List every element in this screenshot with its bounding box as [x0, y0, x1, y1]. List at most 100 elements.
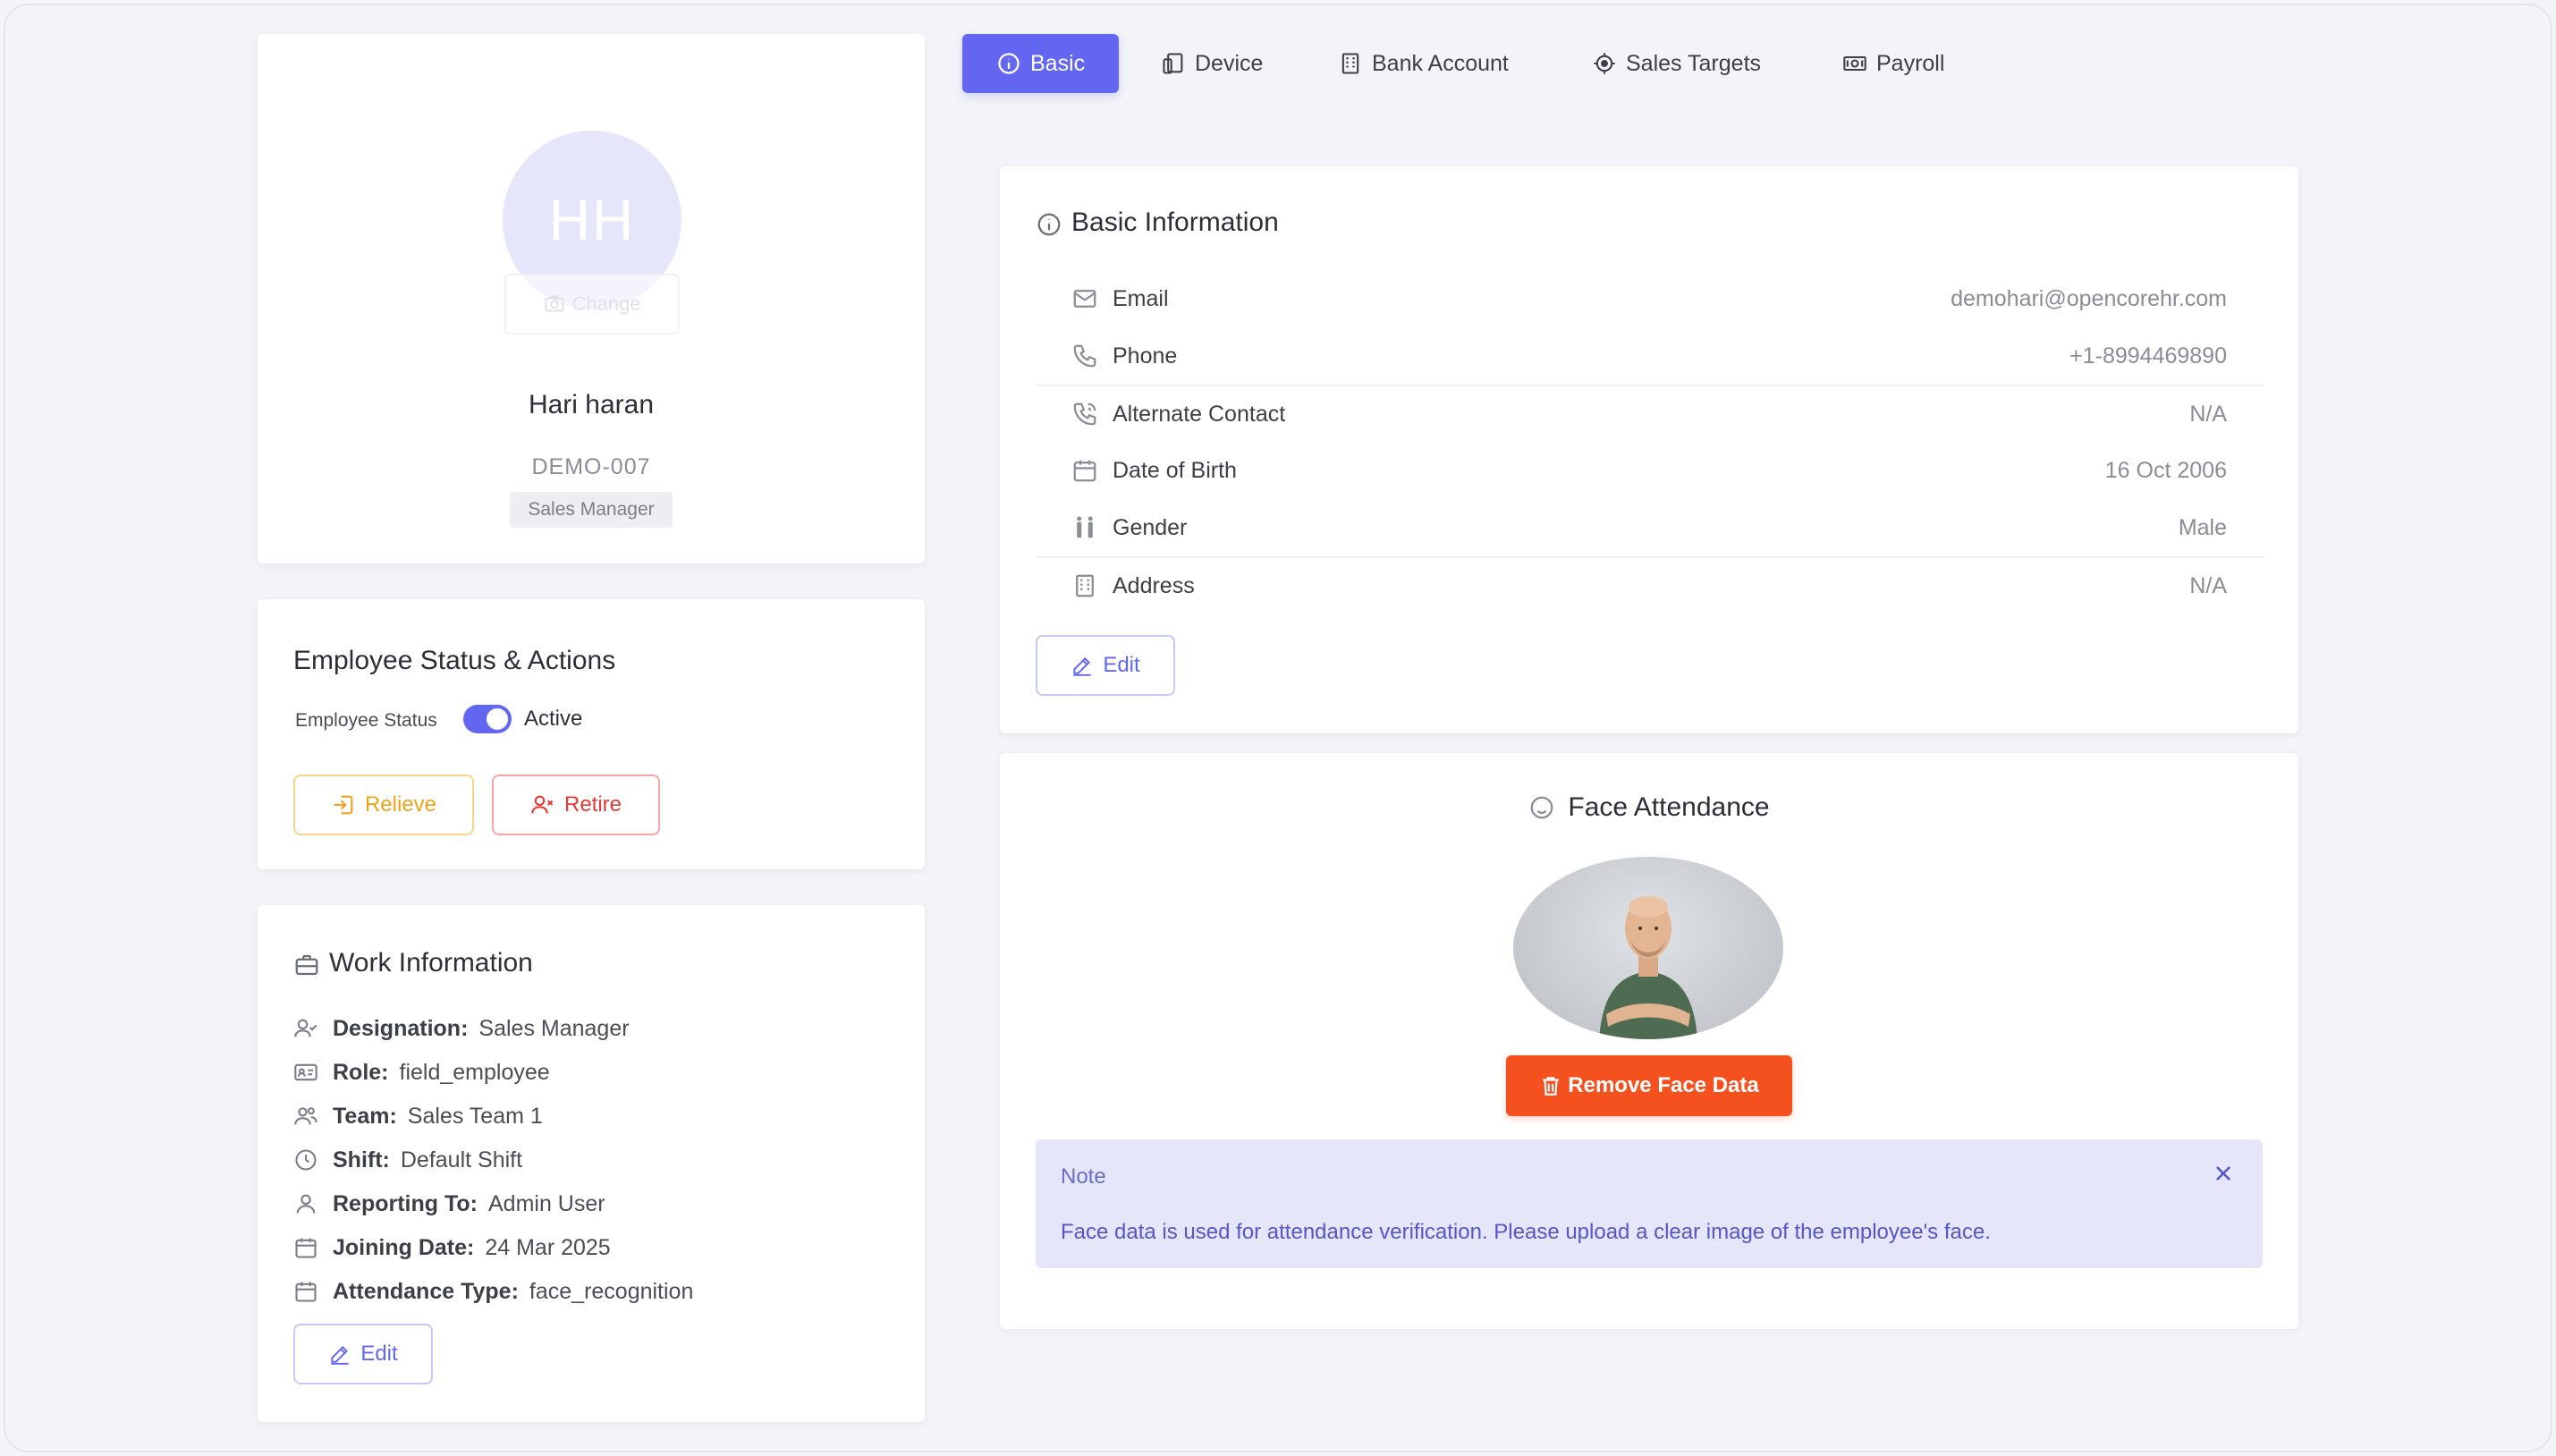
phone-value: +1-8994469890 — [2069, 343, 2227, 368]
basic-information-title: Basic Information — [1071, 207, 1279, 237]
user-x-icon — [531, 795, 554, 814]
users-icon — [294, 1107, 317, 1125]
alternate-contact-label: Alternate Contact — [1113, 401, 1286, 427]
work-information-card: Work Information Designation: Sales Mana… — [258, 905, 925, 1422]
profile-card: HH Change Hari haran DEMO-007 Sales Mana… — [258, 34, 925, 563]
tab-bank-account[interactable]: Bank Account — [1338, 34, 1509, 93]
calendar-icon — [295, 1238, 317, 1258]
designation-badge: Sales Manager — [510, 492, 673, 528]
face-attendance-title: Face Attendance — [1568, 792, 1770, 822]
attendance-type-value: face_recognition — [529, 1278, 694, 1304]
joining-date-value: 24 Mar 2025 — [485, 1234, 611, 1260]
reporting-to-value: Admin User — [488, 1190, 605, 1216]
gender-label: Gender — [1113, 514, 1188, 540]
reporting-to-key: Reporting To: — [333, 1190, 478, 1216]
info-icon — [1037, 213, 1061, 236]
basic-edit-label: Edit — [1103, 653, 1140, 677]
phone-icon — [1073, 344, 1096, 368]
shift-value: Default Shift — [400, 1147, 523, 1172]
phone-call-icon — [1073, 402, 1096, 426]
change-photo-label: Change — [571, 292, 641, 315]
retire-label: Retire — [563, 792, 622, 817]
employee-name: Hari haran — [528, 390, 655, 419]
tab-device-label: Device — [1195, 50, 1264, 76]
sign-in-icon — [334, 795, 353, 815]
info-row-gender: Gender Male — [1036, 499, 2263, 556]
work-edit-label: Edit — [360, 1342, 398, 1366]
designation-key: Designation: — [333, 1015, 469, 1041]
tab-payroll[interactable]: Payroll — [1842, 34, 1944, 93]
face-icon — [1531, 796, 1553, 819]
tab-bank-account-label: Bank Account — [1372, 50, 1509, 76]
mail-icon — [1073, 290, 1096, 308]
employee-status-value: Active — [524, 707, 583, 731]
phone-label: Phone — [1113, 343, 1178, 368]
target-icon — [1594, 53, 1615, 74]
info-row-phone: Phone +1-8994469890 — [1036, 327, 2263, 385]
tab-sales-targets[interactable]: Sales Targets — [1592, 34, 1761, 93]
gender-value: Male — [2178, 514, 2227, 540]
face-photo — [1513, 857, 1783, 1039]
email-value: demohari@opencorehr.com — [1951, 285, 2227, 311]
bank-icon — [1341, 53, 1359, 74]
face-attendance-heading: Face Attendance — [1000, 792, 2298, 823]
retire-button[interactable]: Retire — [492, 775, 660, 835]
status-card: Employee Status & Actions Employee Statu… — [258, 599, 925, 869]
team-value: Sales Team 1 — [407, 1103, 543, 1129]
building-icon — [1076, 574, 1094, 597]
work-edit-button[interactable]: Edit — [293, 1324, 433, 1384]
remove-face-data-button[interactable]: Remove Face Data — [1506, 1055, 1792, 1116]
employee-status-toggle[interactable] — [463, 705, 512, 733]
joining-date-key: Joining Date: — [333, 1234, 475, 1260]
tab-sales-targets-label: Sales Targets — [1626, 50, 1762, 76]
user-icon — [296, 1194, 316, 1214]
tab-basic[interactable]: Basic — [962, 34, 1120, 93]
work-row-shift: Shift: Default Shift — [293, 1142, 522, 1178]
info-icon — [998, 53, 1020, 74]
basic-edit-button[interactable]: Edit — [1036, 635, 1175, 696]
basic-information-card: Basic Information Email demohari@opencor… — [1000, 166, 2298, 733]
work-row-reporting-to: Reporting To: Admin User — [293, 1186, 605, 1222]
info-row-address: Address N/A — [1036, 556, 2263, 614]
info-row-email: Email demohari@opencorehr.com — [1036, 270, 2263, 327]
info-row-date-of-birth: Date of Birth 16 Oct 2006 — [1036, 442, 2263, 499]
close-icon[interactable] — [2211, 1161, 2236, 1186]
note-text: Face data is used for attendance verific… — [1061, 1220, 1991, 1244]
status-card-title: Employee Status & Actions — [293, 646, 616, 675]
calendar-icon — [1073, 460, 1096, 482]
clock-icon — [295, 1149, 317, 1171]
email-label: Email — [1113, 285, 1169, 311]
remove-face-data-label: Remove Face Data — [1568, 1073, 1759, 1097]
attendance-type-key: Attendance Type: — [333, 1278, 519, 1304]
device-icon — [1163, 53, 1183, 74]
trash-icon — [1543, 1077, 1559, 1096]
note-alert: Note Face data is used for attendance ve… — [1036, 1139, 2263, 1268]
note-title: Note — [1061, 1164, 1106, 1189]
date-of-birth-value: 16 Oct 2006 — [2104, 457, 2227, 483]
alternate-contact-value: N/A — [2189, 401, 2227, 427]
camera-icon — [545, 295, 565, 312]
change-photo-button[interactable]: Change — [504, 274, 680, 334]
calendar-icon — [295, 1282, 317, 1302]
address-label: Address — [1113, 572, 1195, 598]
gender-icon — [1077, 516, 1093, 538]
id-card-icon — [294, 1063, 317, 1081]
work-row-joining-date: Joining Date: 24 Mar 2025 — [293, 1230, 611, 1266]
tab-payroll-label: Payroll — [1876, 50, 1945, 76]
tab-device[interactable]: Device — [1161, 34, 1263, 93]
person-photo-illustration — [1599, 896, 1697, 1039]
work-row-attendance-type: Attendance Type: face_recognition — [293, 1274, 693, 1309]
relieve-button[interactable]: Relieve — [293, 775, 474, 835]
pencil-icon — [331, 1346, 350, 1365]
work-row-designation: Designation: Sales Manager — [293, 1011, 630, 1046]
toggle-knob — [487, 708, 508, 730]
relieve-label: Relieve — [364, 792, 437, 817]
pencil-icon — [1073, 657, 1092, 676]
face-attendance-card: Face Attendance Remove Face Data Note Fa… — [1000, 753, 2298, 1329]
designation-value: Sales Manager — [478, 1015, 630, 1041]
role-value: field_employee — [399, 1059, 550, 1085]
employee-id: DEMO-007 — [531, 454, 651, 479]
user-check-icon — [294, 1019, 317, 1037]
employee-status-label: Employee Status — [295, 710, 437, 731]
address-value: N/A — [2189, 572, 2227, 598]
